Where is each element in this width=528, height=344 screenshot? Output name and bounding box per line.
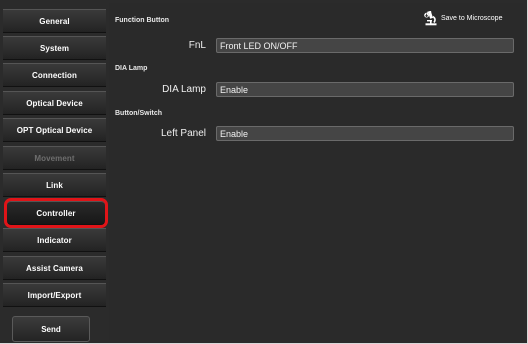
row-label-fnl: FnL [188, 40, 206, 51]
section-title-button-switch: Button/Switch [115, 110, 163, 117]
sidebar-item-link[interactable]: Link [3, 173, 106, 197]
save-to-microscope-button[interactable]: Save to Microscope [424, 10, 502, 26]
sidebar-item-assist-camera[interactable]: Assist Camera [3, 256, 106, 280]
left-panel-select[interactable]: Enable [216, 126, 514, 141]
sidebar-item-optical-device[interactable]: Optical Device [3, 91, 106, 115]
sidebar-item-movement: Movement [3, 146, 106, 170]
app-window: General System Connection Optical Device… [0, 0, 528, 344]
dia-lamp-select[interactable]: Enable [216, 82, 514, 97]
section-title-function-button: Function Button [115, 17, 170, 24]
section-title-dia-lamp: DIA Lamp [115, 65, 148, 72]
row-label-dia-lamp: DIA Lamp [162, 84, 206, 95]
send-button[interactable]: Send [12, 316, 90, 342]
sidebar-item-connection[interactable]: Connection [3, 63, 106, 87]
fnl-select[interactable]: Front LED ON/OFF [216, 38, 514, 53]
sidebar-item-indicator[interactable]: Indicator [3, 228, 106, 252]
row-label-left-panel: Left Panel [160, 128, 206, 139]
sidebar-item-opt-optical-device[interactable]: OPT Optical Device [3, 118, 106, 142]
microscope-icon [424, 10, 438, 26]
sidebar-item-general[interactable]: General [3, 9, 106, 33]
settings-panel [109, 3, 524, 340]
sidebar-item-system[interactable]: System [3, 36, 106, 60]
save-label: Save to Microscope [441, 14, 503, 22]
sidebar-item-import-export[interactable]: Import/Export [3, 283, 106, 307]
sidebar-item-controller[interactable]: Controller [4, 198, 108, 228]
